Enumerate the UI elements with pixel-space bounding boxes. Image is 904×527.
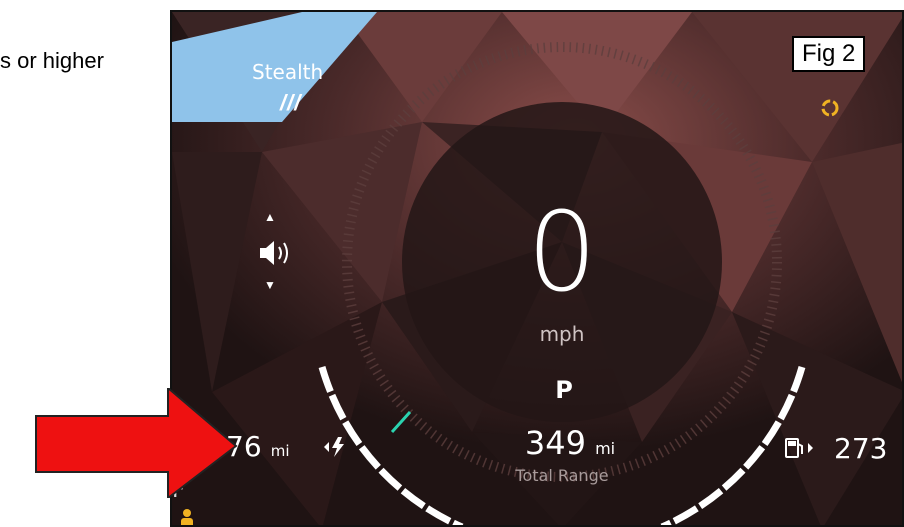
bolt-icon bbox=[324, 437, 344, 457]
chevron-down-icon[interactable]: ▼ bbox=[264, 278, 276, 292]
figure-label: Fig 2 bbox=[792, 36, 866, 72]
chevron-up-icon[interactable]: ▲ bbox=[264, 210, 276, 224]
speed-unit: mph bbox=[539, 322, 585, 346]
total-range-value: 349 bbox=[524, 424, 586, 462]
fuel-range-value: 273 bbox=[834, 432, 888, 465]
status-ring-icon bbox=[821, 99, 839, 117]
instrument-cluster: Stealth /// Fig 2 ▲ ▼ 0 mph P 76 mi 349 … bbox=[170, 10, 904, 527]
gear-indicator: P bbox=[555, 376, 573, 404]
fuel-pump-icon bbox=[785, 438, 813, 458]
drive-mode-mark: /// bbox=[280, 90, 302, 115]
ev-range-unit: mi bbox=[270, 442, 290, 460]
side-caption: s or higher bbox=[0, 48, 104, 73]
drive-mode-label[interactable]: Stealth bbox=[252, 60, 323, 84]
total-range: 349 mi bbox=[510, 424, 630, 462]
speed-value: 0 bbox=[527, 188, 597, 316]
total-range-unit: mi bbox=[595, 439, 616, 458]
total-range-label: Total Range bbox=[515, 466, 609, 485]
speaker-icon[interactable] bbox=[256, 238, 296, 268]
red-callout-arrow bbox=[35, 388, 238, 498]
seatbelt-icon bbox=[181, 509, 193, 525]
